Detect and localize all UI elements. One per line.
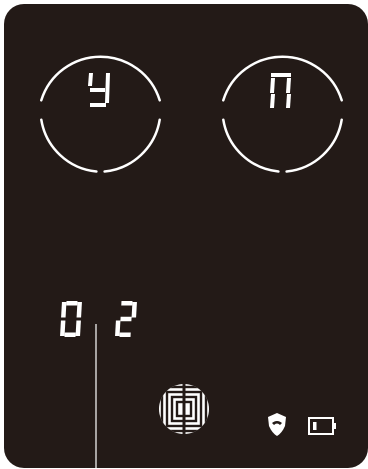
y-glyph-icon bbox=[88, 73, 110, 107]
digit-segment bbox=[66, 301, 78, 306]
digit-segment bbox=[120, 316, 132, 322]
lock-keypad-panel bbox=[4, 4, 368, 468]
digit-segment bbox=[76, 302, 82, 318]
digit-segment bbox=[121, 301, 133, 306]
battery-icon bbox=[308, 417, 336, 435]
shield-icon bbox=[268, 413, 286, 436]
digit-segment bbox=[119, 332, 131, 337]
n-key-button[interactable] bbox=[222, 55, 343, 173]
digit-segment bbox=[131, 302, 137, 318]
n-glyph-icon bbox=[270, 73, 291, 108]
fingerprint-logo-icon bbox=[159, 384, 209, 434]
digit-display bbox=[60, 301, 137, 337]
digit-segment bbox=[61, 302, 67, 318]
digit-segment bbox=[60, 320, 66, 336]
digit-segment bbox=[75, 320, 81, 336]
keypad-graphics bbox=[40, 55, 343, 468]
digit-segment bbox=[64, 332, 76, 337]
digit-segment bbox=[115, 320, 121, 336]
display-digit bbox=[60, 301, 82, 337]
display-digit bbox=[115, 301, 137, 337]
y-key-ring bbox=[40, 55, 161, 173]
y-key-button[interactable] bbox=[40, 55, 161, 173]
